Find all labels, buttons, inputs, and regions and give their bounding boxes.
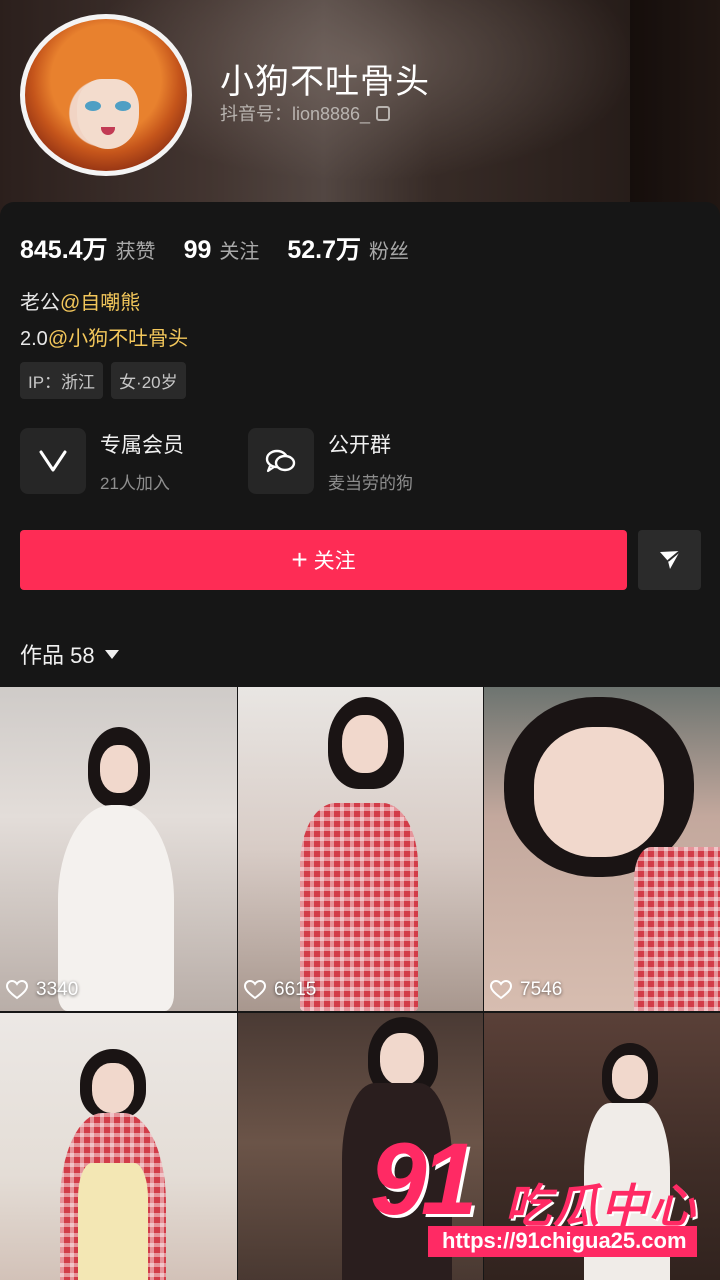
heart-icon xyxy=(490,980,512,1000)
video-tile[interactable]: 3340 xyxy=(0,687,237,1011)
group-chat-icon xyxy=(248,428,314,494)
stat-followers[interactable]: 52.7万 粉丝 xyxy=(287,230,409,266)
like-count: 6615 xyxy=(244,979,316,1001)
stat-following-label: 关注 xyxy=(219,241,260,263)
stat-following-value: 99 xyxy=(183,236,212,264)
follow-button[interactable]: + 关注 xyxy=(20,530,627,590)
stat-likes-value: 845.4万 xyxy=(20,236,108,264)
video-tile[interactable]: 6615 xyxy=(238,687,483,1011)
group-title: 公开群 xyxy=(328,433,391,457)
bio-mention-2[interactable]: @小狗不吐骨头 xyxy=(48,328,188,350)
copy-icon[interactable] xyxy=(376,105,391,121)
handle-text: 抖音号：lion8886_ xyxy=(220,104,371,124)
tag-ip-location: IP：浙江 xyxy=(20,362,104,399)
works-tab[interactable]: 作品 58 xyxy=(20,638,119,670)
bio-line-1-text: 老公 xyxy=(20,292,60,314)
member-subtitle: 21人加入 xyxy=(100,473,170,493)
exclusive-member-entry[interactable]: 专属会员 21人加入 xyxy=(20,428,184,494)
profile-handle[interactable]: 抖音号：lion8886_ xyxy=(220,100,391,126)
tag-gender-age: 女·20岁 xyxy=(111,362,186,399)
watermark-url: https://91chigua25.com xyxy=(428,1226,697,1257)
plus-icon: + xyxy=(291,544,308,575)
avatar-face xyxy=(77,79,139,149)
profile-stats: 845.4万 获赞 99 关注 52.7万 粉丝 xyxy=(20,230,437,266)
watermark-number: 91 xyxy=(370,1122,477,1236)
video-tile[interactable] xyxy=(0,1013,237,1280)
profile-page: 小狗不吐骨头 抖音号：lion8886_ 845.4万 获赞 99 关注 52.… xyxy=(0,0,720,1280)
heart-icon xyxy=(244,980,266,1000)
send-icon xyxy=(659,550,681,569)
stat-followers-label: 粉丝 xyxy=(369,241,410,263)
member-v-icon xyxy=(20,428,86,494)
site-watermark: 91 吃瓜中心 https://91chigua25.com xyxy=(370,1128,715,1260)
bio-line-2-text: 2.0 xyxy=(20,328,48,350)
works-label: 作品 58 xyxy=(20,643,95,668)
avatar[interactable] xyxy=(20,14,192,176)
like-count: 3340 xyxy=(6,979,78,1001)
stat-followers-value: 52.7万 xyxy=(287,236,362,264)
stat-likes[interactable]: 845.4万 获赞 xyxy=(20,230,156,266)
share-button[interactable] xyxy=(638,530,701,590)
public-group-entry[interactable]: 公开群 麦当劳的狗 xyxy=(248,428,413,494)
profile-nickname: 小狗不吐骨头 xyxy=(220,63,430,101)
profile-tags: IP：浙江 女·20岁 xyxy=(20,362,186,399)
stat-likes-label: 获赞 xyxy=(115,241,156,263)
bio-line-2: 2.0@小狗不吐骨头 xyxy=(20,322,188,351)
member-title: 专属会员 xyxy=(100,433,184,457)
heart-icon xyxy=(6,980,28,1000)
bio-line-1: 老公@自嘲熊 xyxy=(20,286,140,315)
like-count: 7546 xyxy=(490,979,562,1001)
follow-label: 关注 xyxy=(313,550,356,573)
bio-mention-1[interactable]: @自嘲熊 xyxy=(60,292,140,314)
caret-down-icon xyxy=(104,649,119,659)
group-subtitle: 麦当劳的狗 xyxy=(328,473,413,493)
stat-following[interactable]: 99 关注 xyxy=(184,235,260,265)
video-tile[interactable]: 7546 xyxy=(484,687,720,1011)
